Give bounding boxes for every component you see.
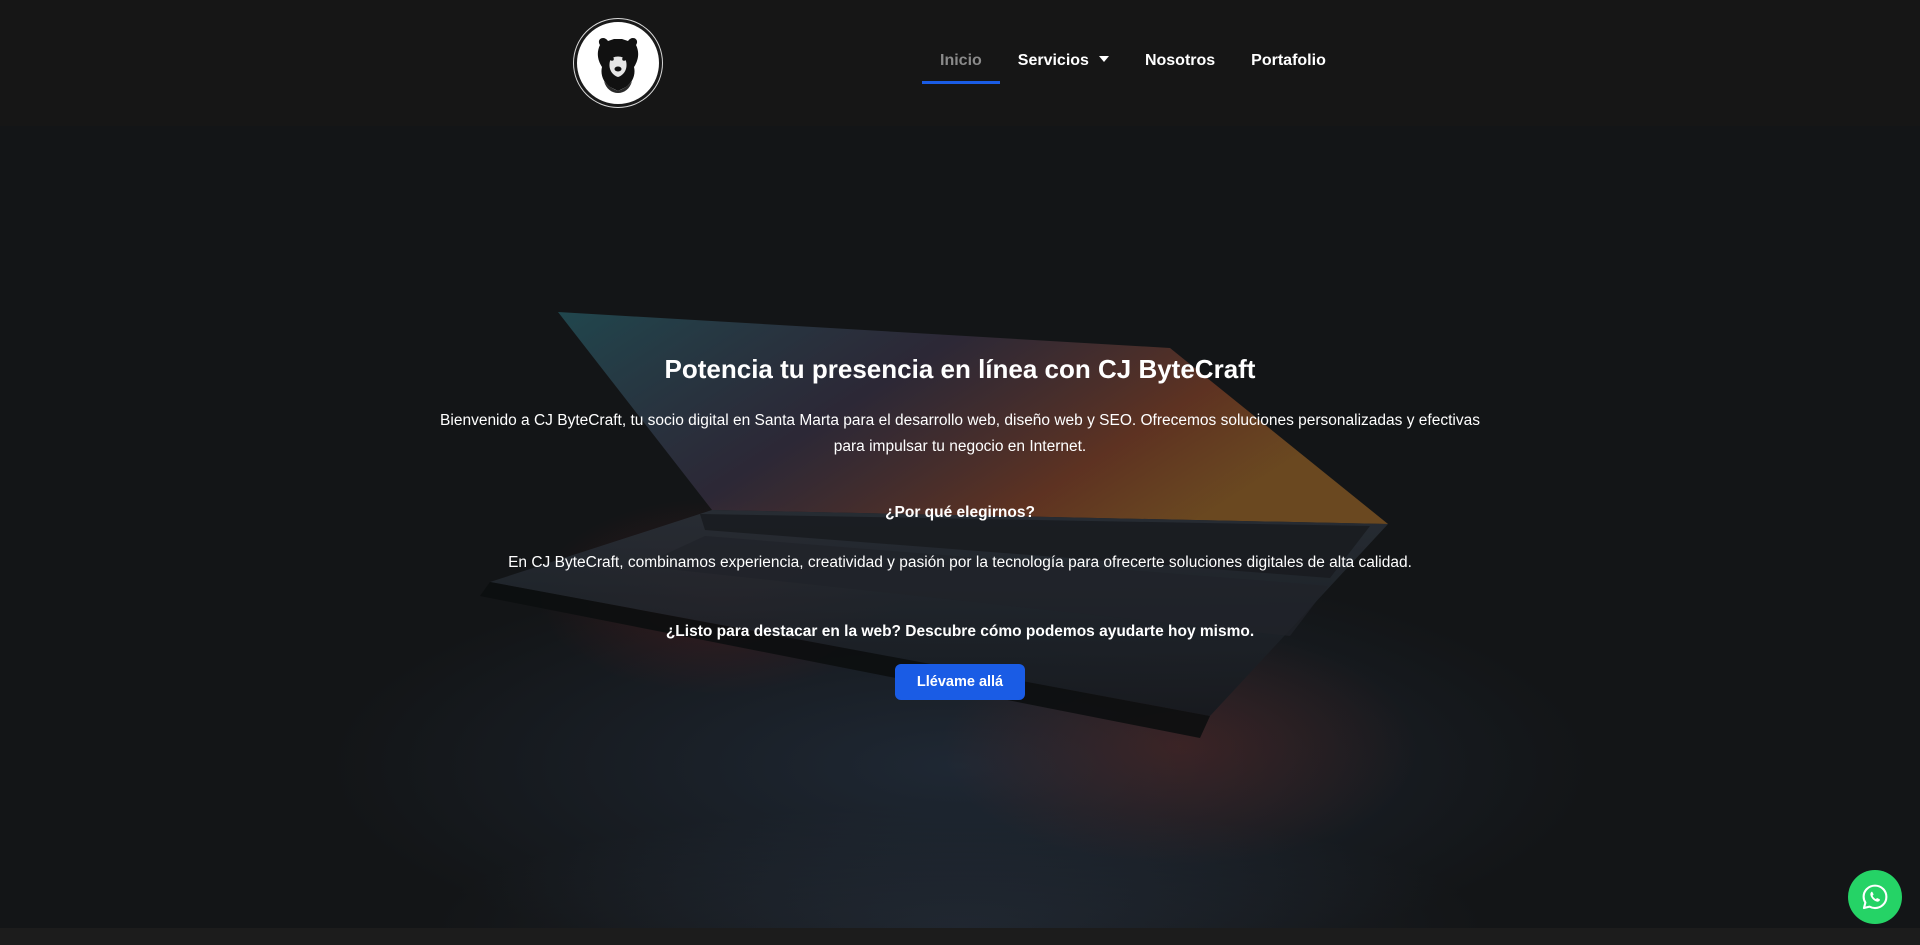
nav-item-label: Servicios xyxy=(1017,52,1089,69)
nav-item-inicio[interactable]: Inicio xyxy=(922,42,1000,84)
caret-down-icon xyxy=(1098,55,1109,62)
laptop-photo xyxy=(480,312,1388,738)
main-nav: Inicio Servicios Nosotros Portafolio xyxy=(922,42,1344,84)
footer-strip xyxy=(0,928,1920,945)
why-us-heading: ¿Por qué elegirnos? xyxy=(885,504,1035,521)
nav-item-nosotros[interactable]: Nosotros xyxy=(1127,42,1233,84)
site-header: Inicio Servicios Nosotros Portafolio xyxy=(0,0,1920,126)
cta-button[interactable]: Llévame allá xyxy=(895,664,1025,700)
whatsapp-button[interactable] xyxy=(1848,870,1902,924)
hero-intro-text: Bienvenido a CJ ByteCraft, tu socio digi… xyxy=(440,412,1480,455)
nav-item-servicios[interactable]: Servicios xyxy=(1000,42,1127,84)
bear-logo[interactable] xyxy=(574,19,662,107)
cta-question: ¿Listo para destacar en la web? Descubre… xyxy=(665,623,1255,640)
nav-item-label: Inicio xyxy=(940,52,982,69)
whatsapp-icon xyxy=(1862,884,1888,910)
why-us-text: En CJ ByteCraft, combinamos experiencia,… xyxy=(508,554,1412,571)
nav-item-label: Portafolio xyxy=(1251,52,1326,69)
bear-icon xyxy=(597,38,639,93)
hero-title: Potencia tu presencia en línea con CJ By… xyxy=(664,354,1256,384)
nav-item-label: Nosotros xyxy=(1144,52,1216,69)
hero-section: Potencia tu presencia en línea con CJ By… xyxy=(0,126,1920,928)
nav-item-portafolio[interactable]: Portafolio xyxy=(1233,42,1344,84)
